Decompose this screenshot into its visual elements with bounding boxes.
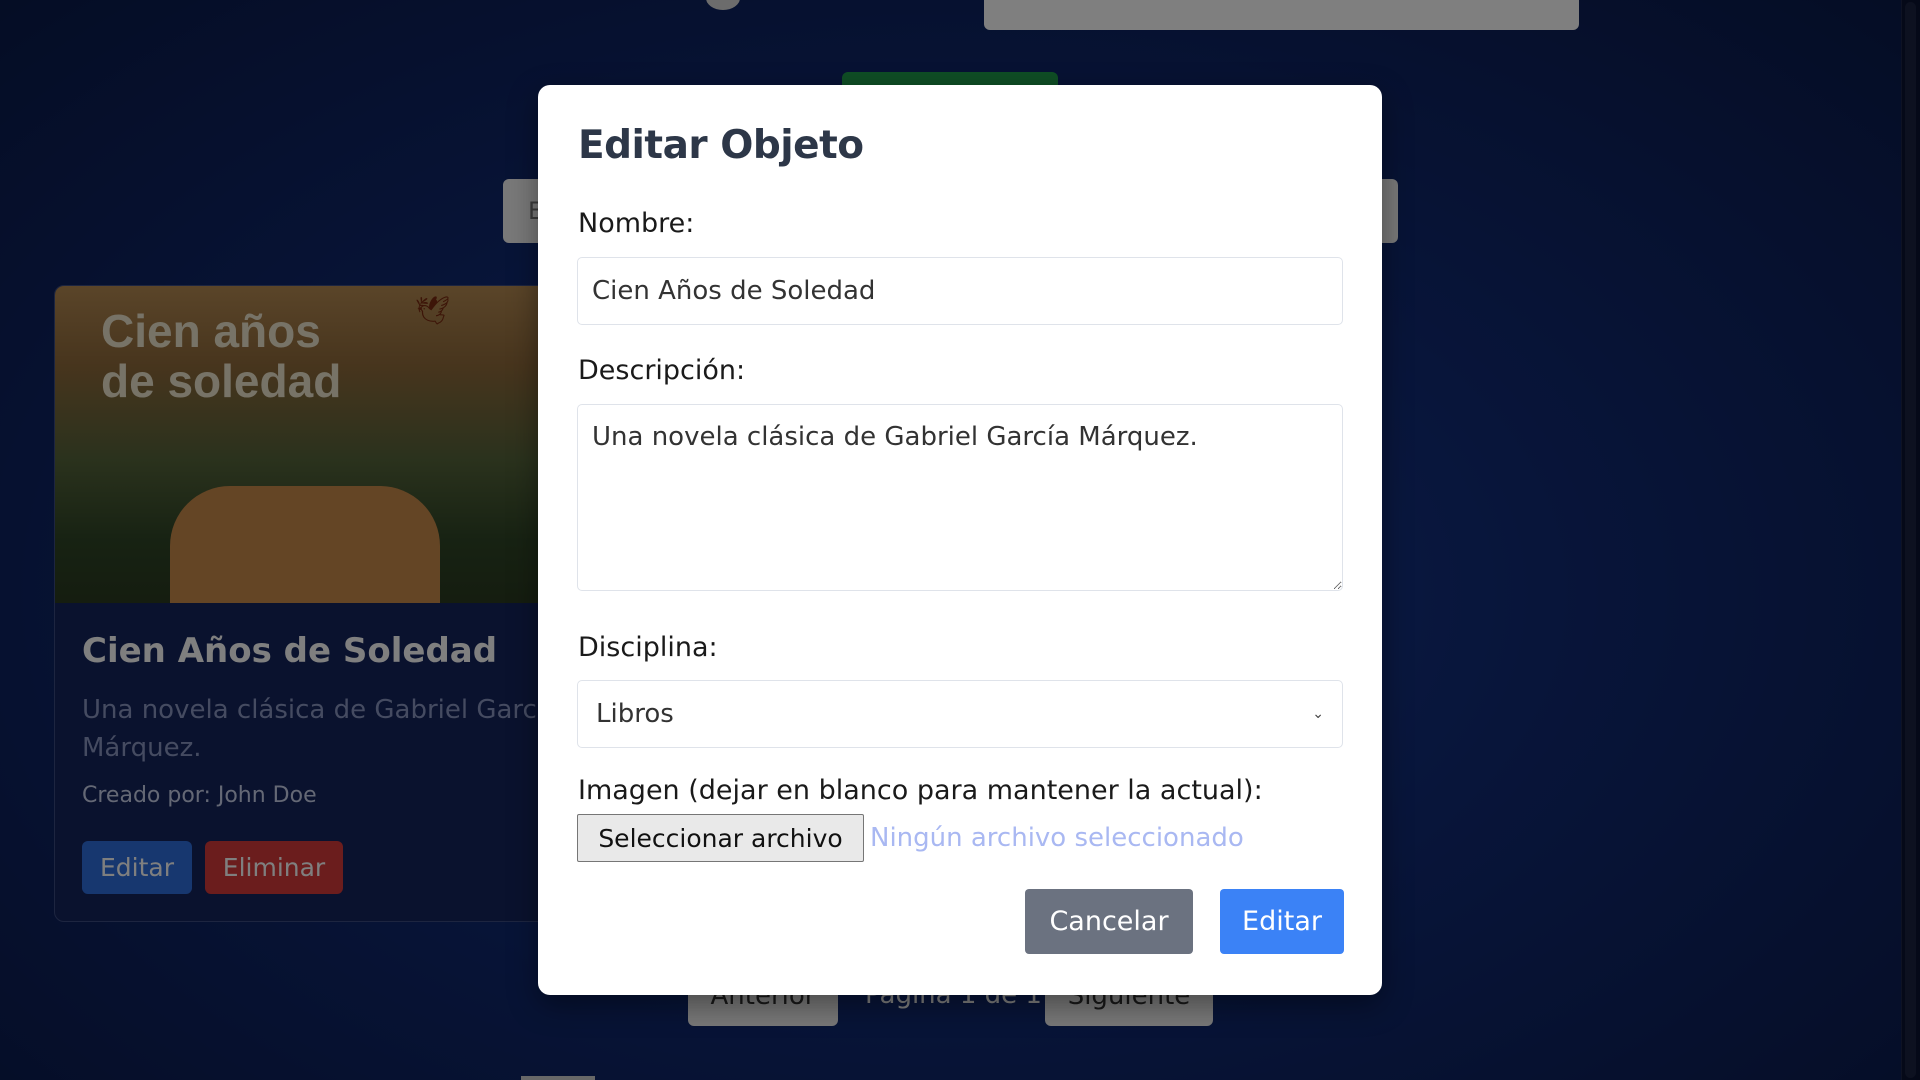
- disciplina-select[interactable]: Libros ⌄: [577, 680, 1343, 748]
- nombre-label: Nombre:: [578, 208, 695, 239]
- modal-title: Editar Objeto: [578, 123, 864, 168]
- file-status: Ningún archivo seleccionado: [870, 823, 1244, 853]
- submit-edit-button[interactable]: Editar: [1220, 889, 1344, 954]
- descripcion-textarea[interactable]: Una novela clásica de Gabriel García Már…: [577, 404, 1343, 591]
- disciplina-selected-value: Libros: [596, 699, 674, 729]
- imagen-label: Imagen (dejar en blanco para mantener la…: [578, 775, 1263, 806]
- file-select-button[interactable]: Seleccionar archivo: [577, 814, 864, 862]
- descripcion-label: Descripción:: [578, 355, 746, 386]
- edit-object-modal: Editar Objeto Nombre: Descripción: Una n…: [538, 85, 1382, 995]
- cancel-button[interactable]: Cancelar: [1025, 889, 1193, 954]
- chevron-down-icon: ⌄: [1312, 706, 1324, 722]
- disciplina-label: Disciplina:: [578, 632, 718, 663]
- nombre-input[interactable]: [577, 257, 1343, 325]
